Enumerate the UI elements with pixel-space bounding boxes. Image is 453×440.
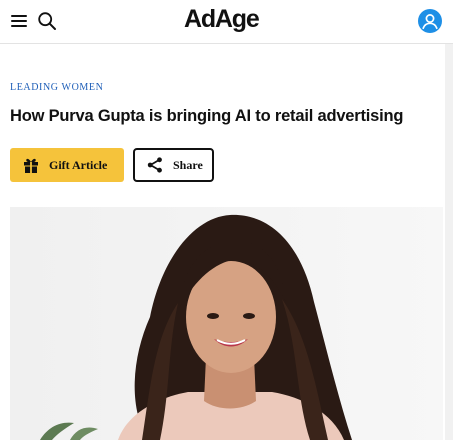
gift-article-label: Gift Article xyxy=(49,157,108,172)
article-headline: How Purva Gupta is bringing AI to retail… xyxy=(10,107,404,125)
share-button[interactable]: Share xyxy=(133,148,214,182)
share-icon xyxy=(146,156,164,174)
user-account-icon[interactable] xyxy=(418,9,442,33)
gift-article-button[interactable]: Gift Article xyxy=(10,148,124,182)
article-category-link[interactable]: LEADING WOMEN xyxy=(10,82,103,93)
share-label: Share xyxy=(173,157,203,172)
hamburger-menu-icon[interactable] xyxy=(11,13,29,29)
site-logo[interactable]: AdAge xyxy=(184,5,260,34)
article-hero-photo xyxy=(10,207,443,440)
search-icon[interactable] xyxy=(37,11,57,31)
top-navigation-bar: AdAge xyxy=(0,0,453,44)
scroll-track xyxy=(445,44,453,440)
gift-icon xyxy=(22,156,40,174)
